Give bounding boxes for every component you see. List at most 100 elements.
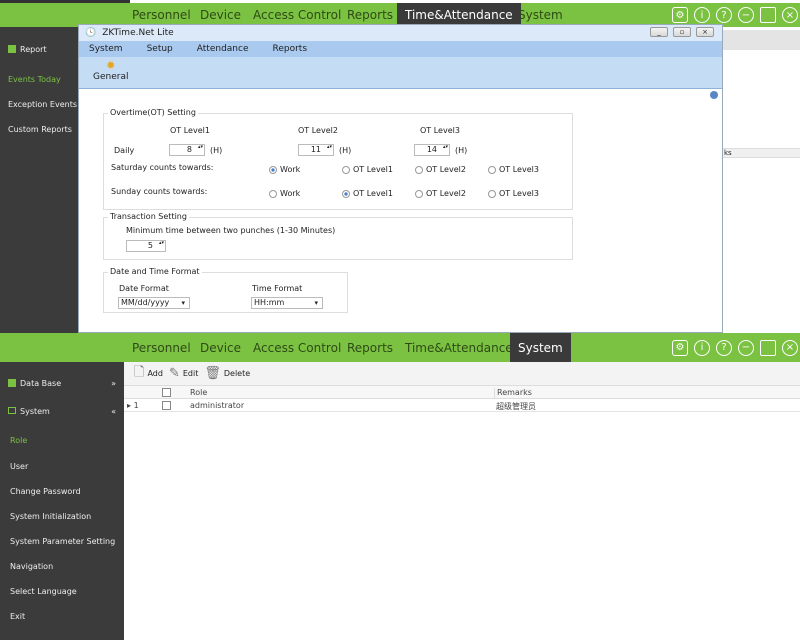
min-punch-stepper[interactable]: 5 [126, 240, 166, 252]
dialog-titlebar: 🕓 ZKTime.Net Lite _ ▫ × [79, 25, 722, 41]
date-time-format-group: Date and Time Format Date Format MM/dd/y… [103, 267, 348, 313]
transaction-setting-group: Transaction Setting Minimum time between… [103, 212, 573, 260]
dialog-toolbar: ✹ General [79, 57, 722, 89]
info-icon[interactable]: i [694, 7, 710, 23]
saturday-radio-work[interactable]: Work [269, 165, 300, 174]
tab-device[interactable]: Device [192, 333, 249, 362]
sidebar-item-custom-reports[interactable]: Custom Reports [8, 125, 72, 134]
date-format-select[interactable]: MM/dd/yyyy [118, 297, 190, 309]
add-icon: 🗋 [134, 364, 145, 380]
sidebar-group-database[interactable]: Data Base» [8, 379, 116, 388]
tab-access-control[interactable]: Access Control [245, 333, 349, 362]
sidebar-item-events-today[interactable]: Events Today [8, 75, 61, 84]
sunday-radio-ot3[interactable]: OT Level3 [488, 189, 539, 198]
close-icon[interactable]: × [782, 7, 798, 23]
report-icon [8, 45, 16, 53]
role-toolbar: 🗋 Add ✎ Edit 🗑 Delete [124, 362, 800, 386]
ot-level2-header: OT Level2 [298, 126, 338, 135]
sidebar-item-exit[interactable]: Exit [10, 612, 25, 621]
general-button[interactable]: ✹ General [93, 59, 128, 82]
help-icon[interactable]: ? [716, 7, 732, 23]
saturday-radio-ot2[interactable]: OT Level2 [415, 165, 466, 174]
delete-button[interactable]: 🗑 Delete [204, 366, 250, 381]
database-icon [8, 379, 16, 387]
trash-icon: 🗑 [204, 366, 221, 381]
minimize-icon[interactable]: − [738, 339, 754, 356]
gear-icon[interactable]: ⚙ [672, 7, 688, 23]
dialog-title: ZKTime.Net Lite [102, 28, 174, 38]
maximize-icon[interactable] [760, 339, 776, 356]
menu-setup[interactable]: Setup [147, 44, 173, 54]
time-format-select[interactable]: HH:mm [251, 297, 323, 309]
menu-attendance[interactable]: Attendance [197, 44, 249, 54]
date-format-label: Date Format [119, 284, 169, 293]
ot-level3-stepper[interactable]: 14 [414, 144, 450, 156]
help-icon[interactable]: ? [716, 339, 732, 356]
table-row[interactable]: ▸ 1 administrator 超级管理员 [124, 399, 800, 412]
row-checkbox[interactable] [162, 401, 171, 410]
column-remarks[interactable]: Remarks [494, 388, 532, 399]
bottom-sidebar: Data Base» System « Role User Change Pass… [0, 362, 124, 640]
row-index: ▸ 1 [127, 401, 139, 410]
sunday-radio-ot2[interactable]: OT Level2 [415, 189, 466, 198]
close-icon[interactable]: × [782, 339, 798, 356]
cell-role: administrator [190, 401, 245, 410]
sunday-radio-ot1[interactable]: OT Level1 [342, 189, 393, 198]
saturday-label: Saturday counts towards: [111, 163, 214, 172]
maximize-icon[interactable] [760, 7, 776, 23]
dialog-close-button[interactable]: × [696, 27, 714, 37]
menu-system[interactable]: System [89, 44, 123, 54]
sunday-label: Sunday counts towards: [111, 187, 208, 196]
monitor-icon [8, 407, 16, 414]
column-role[interactable]: Role [190, 388, 207, 397]
info-icon[interactable]: i [694, 339, 710, 356]
add-button[interactable]: 🗋 Add [134, 363, 163, 385]
chevron-down-icon: » [111, 379, 116, 388]
bg-toolbar [722, 30, 800, 50]
saturday-radio-ot3[interactable]: OT Level3 [488, 165, 539, 174]
dialog-maximize-button[interactable]: ▫ [673, 27, 691, 37]
ot-level3-header: OT Level3 [420, 126, 460, 135]
sunday-radio-work[interactable]: Work [269, 189, 300, 198]
dialog-menubar: System Setup Attendance Reports [79, 41, 722, 57]
settings-dialog: 🕓 ZKTime.Net Lite _ ▫ × System Setup Att… [78, 24, 723, 333]
table-header: Role Remarks [124, 386, 800, 399]
sidebar-section-report[interactable]: Report [8, 45, 47, 54]
tab-personnel[interactable]: Personnel [124, 333, 199, 362]
cell-remarks: 超级管理员 [496, 402, 536, 411]
gear-icon[interactable]: ⚙ [672, 339, 688, 356]
gear-icon: ✹ [106, 59, 116, 72]
ot-level2-stepper[interactable]: 11 [298, 144, 334, 156]
dialog-minimize-button[interactable]: _ [650, 27, 668, 37]
saturday-radio-ot1[interactable]: OT Level1 [342, 165, 393, 174]
ot-level1-header: OT Level1 [170, 126, 210, 135]
bg-column-header: ks [722, 148, 800, 158]
sidebar-item-exception-events[interactable]: Exception Events [8, 100, 77, 109]
sidebar-item-role[interactable]: Role [10, 436, 27, 445]
min-punch-label: Minimum time between two punches (1-30 M… [126, 226, 336, 235]
sidebar-item-change-password[interactable]: Change Password [10, 487, 81, 496]
top-sidebar: Report Events Today Exception Events Cus… [0, 27, 78, 333]
sidebar-item-system-initialization[interactable]: System Initialization [10, 512, 91, 521]
ot-level1-stepper[interactable]: 8 [169, 144, 205, 156]
tab-reports[interactable]: Reports [339, 333, 401, 362]
edit-button[interactable]: ✎ Edit [169, 366, 198, 381]
select-all-checkbox[interactable] [162, 388, 171, 397]
clock-icon: 🕓 [85, 28, 97, 38]
ot-setting-group: Overtime(OT) Setting OT Level1 OT Level2… [103, 108, 573, 210]
sidebar-item-system-parameter[interactable]: System Parameter Setting [10, 537, 115, 546]
sidebar-item-navigation[interactable]: Navigation [10, 562, 53, 571]
time-format-label: Time Format [252, 284, 303, 293]
minimize-icon[interactable]: − [738, 7, 754, 23]
sidebar-group-system[interactable]: System « [8, 407, 116, 416]
sidebar-item-select-language[interactable]: Select Language [10, 587, 77, 596]
chevron-up-icon: « [111, 407, 116, 416]
help-icon[interactable] [710, 91, 718, 99]
bottom-header: Personnel Device Access Control Reports … [0, 333, 800, 362]
tab-system[interactable]: System [510, 333, 571, 362]
sidebar-item-user[interactable]: User [10, 462, 28, 471]
daily-label: Daily [114, 146, 135, 155]
tab-time-attendance[interactable]: Time&Attendance [397, 333, 521, 362]
menu-reports[interactable]: Reports [272, 44, 307, 54]
edit-icon: ✎ [168, 366, 180, 381]
